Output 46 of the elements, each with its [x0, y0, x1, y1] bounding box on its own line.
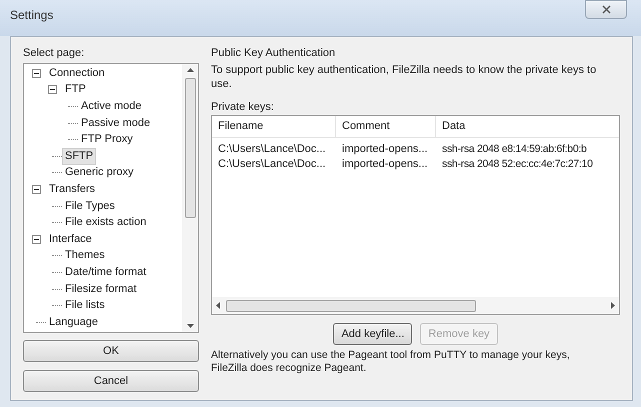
- description-text: To support public key authentication, FileZilla needs to know the private keys to use.: [211, 63, 598, 91]
- scroll-right-icon[interactable]: [611, 302, 615, 309]
- close-button[interactable]: [585, 0, 627, 19]
- tree-item[interactable]: Connection: [46, 64, 108, 82]
- table-cell-text: ssh-rsa 2048 e8:14:59:ab:6f:b0:b: [441, 142, 588, 157]
- vertical-scrollbar[interactable]: [182, 64, 198, 332]
- pageant-note: Alternatively you can use the Pageant tool from PuTTY to manage your keys, FileZilla does recognize Pageant.: [211, 349, 571, 375]
- scroll-up-icon[interactable]: [186, 68, 194, 72]
- collapse-icon[interactable]: [32, 184, 41, 194]
- tree-item[interactable]: File Types: [62, 198, 118, 215]
- close-icon: [602, 5, 610, 14]
- tree-item[interactable]: Language: [46, 314, 101, 331]
- dialog-button[interactable]: OK: [23, 340, 199, 362]
- column-header[interactable]: Data: [436, 116, 619, 137]
- private-keys-label: Private keys:: [211, 100, 275, 113]
- collapse-icon[interactable]: [32, 234, 41, 244]
- select-page-label: Select page:: [23, 46, 86, 61]
- tree-item[interactable]: Generic proxy: [62, 164, 136, 182]
- horizontal-scrollbar[interactable]: [212, 297, 619, 314]
- scroll-left-icon[interactable]: [216, 302, 220, 309]
- tree-item[interactable]: File exists action: [62, 214, 150, 232]
- collapse-icon[interactable]: [32, 68, 41, 78]
- scroll-down-icon[interactable]: [186, 324, 194, 328]
- dialog-button[interactable]: Cancel: [23, 370, 199, 392]
- table-cell-text: ssh-rsa 2048 52:ec:cc:4e:7c:27:10: [441, 156, 594, 172]
- tree-item[interactable]: Filesize format: [62, 280, 140, 298]
- tree-item[interactable]: FTP Proxy: [78, 131, 136, 148]
- table-cell-text: C:\Users\Lance\Doc...: [217, 142, 327, 158]
- table-cell-text: imported-opens...: [341, 157, 429, 172]
- tree-item[interactable]: Interface: [46, 230, 95, 248]
- tree-item[interactable]: Active mode: [78, 98, 145, 115]
- window-title: Settings: [10, 7, 54, 24]
- key-action-button[interactable]: Add keyfile...: [333, 323, 412, 345]
- tree-item[interactable]: FTP: [62, 81, 89, 98]
- tree-item[interactable]: Passive mode: [78, 114, 154, 132]
- tree-item[interactable]: Date/time format: [62, 264, 150, 281]
- column-header[interactable]: Comment: [336, 116, 436, 137]
- tree-item[interactable]: File lists: [62, 297, 108, 314]
- tree-item[interactable]: SFTP: [62, 148, 96, 165]
- tree-item[interactable]: Transfers: [46, 180, 98, 198]
- column-header[interactable]: Filename: [212, 116, 336, 137]
- panel-title: Public Key Authentication: [211, 46, 336, 61]
- table-cell-text: C:\Users\Lance\Doc...: [217, 157, 327, 172]
- table-cell-text: imported-opens...: [341, 142, 429, 158]
- tree-item[interactable]: Themes: [62, 247, 108, 264]
- collapse-icon[interactable]: [48, 85, 57, 94]
